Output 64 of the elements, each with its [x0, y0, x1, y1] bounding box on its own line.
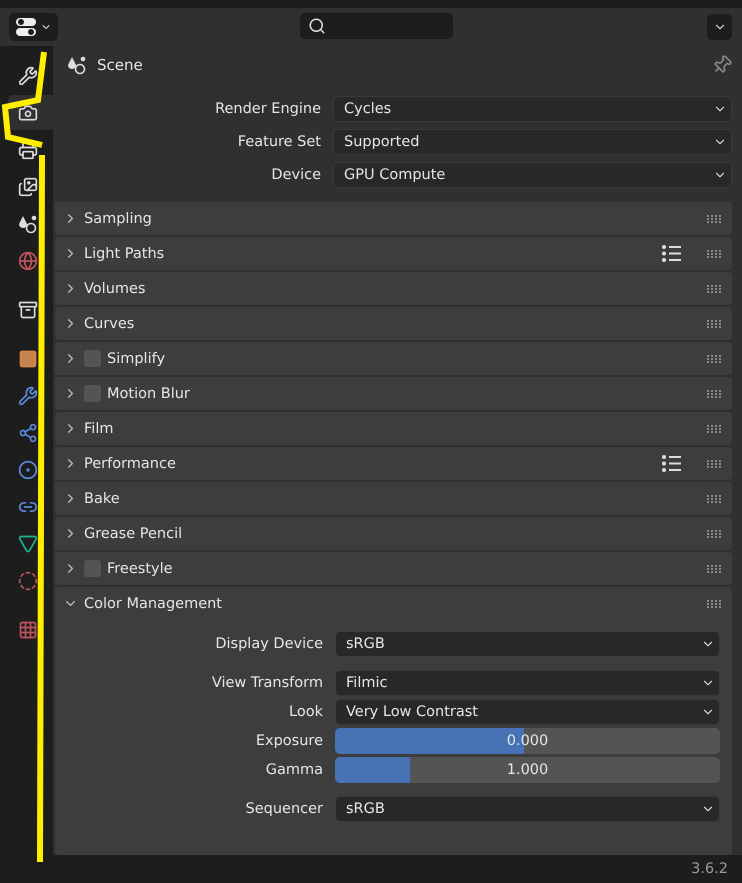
field-label: Gamma: [264, 762, 324, 778]
presets-list-icon[interactable]: [662, 455, 682, 472]
field-label: View Transform: [210, 675, 324, 691]
field-dropdown[interactable]: Very Low Contrast: [335, 699, 720, 725]
checker-icon: [18, 620, 38, 640]
wrench-icon: [18, 386, 38, 406]
triangle-mesh-icon: [18, 534, 38, 554]
toggle-icon: [15, 16, 37, 38]
presets-list-icon[interactable]: [662, 245, 682, 262]
search-icon: [308, 17, 326, 35]
property-label: Feature Set: [236, 134, 322, 150]
panel-header[interactable]: Motion Blur: [55, 377, 732, 410]
panel-header[interactable]: Bake: [55, 482, 732, 515]
panel-header[interactable]: Sampling: [55, 202, 732, 235]
property-dropdown[interactable]: Cycles: [333, 96, 732, 122]
drag-handle-icon[interactable]: [706, 530, 722, 538]
field-label: Look: [288, 704, 324, 720]
context-title: Scene: [97, 56, 143, 74]
drag-handle-icon[interactable]: [706, 460, 722, 468]
panel-header[interactable]: Film: [55, 412, 732, 445]
pin-button[interactable]: [712, 54, 732, 74]
property-dropdown[interactable]: GPU Compute: [333, 162, 732, 188]
field-dropdown[interactable]: sRGB: [335, 796, 720, 822]
drag-handle-icon[interactable]: [706, 564, 722, 572]
drag-handle-icon[interactable]: [706, 250, 722, 258]
panel-header[interactable]: Performance: [55, 447, 732, 480]
property-label: Render Engine: [214, 101, 322, 117]
drag-handle-icon[interactable]: [706, 424, 722, 432]
globe-icon: [18, 250, 38, 270]
drag-handle-icon[interactable]: [706, 390, 722, 398]
images-icon: [18, 176, 38, 196]
drag-handle-icon[interactable]: [706, 214, 722, 222]
options-dropdown[interactable]: [707, 14, 732, 40]
field-dropdown[interactable]: sRGB: [335, 631, 720, 657]
field-dropdown[interactable]: Filmic: [335, 670, 720, 696]
panel-header[interactable]: Curves: [55, 307, 732, 340]
property-dropdown[interactable]: Supported: [333, 129, 732, 155]
archive-icon: [18, 300, 38, 320]
drag-handle-icon[interactable]: [706, 600, 722, 608]
editor-type-button[interactable]: [9, 13, 58, 41]
drag-handle-icon[interactable]: [706, 320, 722, 328]
value-slider[interactable]: 1.000: [335, 757, 720, 783]
panel-header[interactable]: Light Paths: [55, 237, 732, 270]
scene-icon: [18, 214, 38, 234]
search-field[interactable]: [300, 13, 453, 39]
physics-orbit-icon: [18, 460, 38, 480]
camera-icon: [18, 102, 38, 122]
version-text: 3.6.2: [691, 861, 728, 877]
drag-handle-icon[interactable]: [706, 354, 722, 362]
drag-handle-icon[interactable]: [706, 284, 722, 292]
object-square-icon: [18, 348, 38, 368]
panel-header[interactable]: Volumes: [55, 272, 732, 305]
wrench-icon: [18, 66, 38, 86]
field-label: Display Device: [214, 636, 324, 652]
drag-handle-icon[interactable]: [706, 494, 722, 502]
scene-icon: [67, 54, 87, 74]
material-sphere-icon: [18, 570, 38, 590]
property-label: Device: [270, 167, 322, 183]
panel-header[interactable]: Freestyle: [55, 552, 732, 585]
field-label: Exposure: [254, 733, 324, 749]
panel-header[interactable]: Grease Pencil: [55, 517, 732, 550]
particles-icon: [18, 422, 38, 442]
field-label: Sequencer: [244, 801, 324, 817]
panel-header[interactable]: Simplify: [55, 342, 732, 375]
